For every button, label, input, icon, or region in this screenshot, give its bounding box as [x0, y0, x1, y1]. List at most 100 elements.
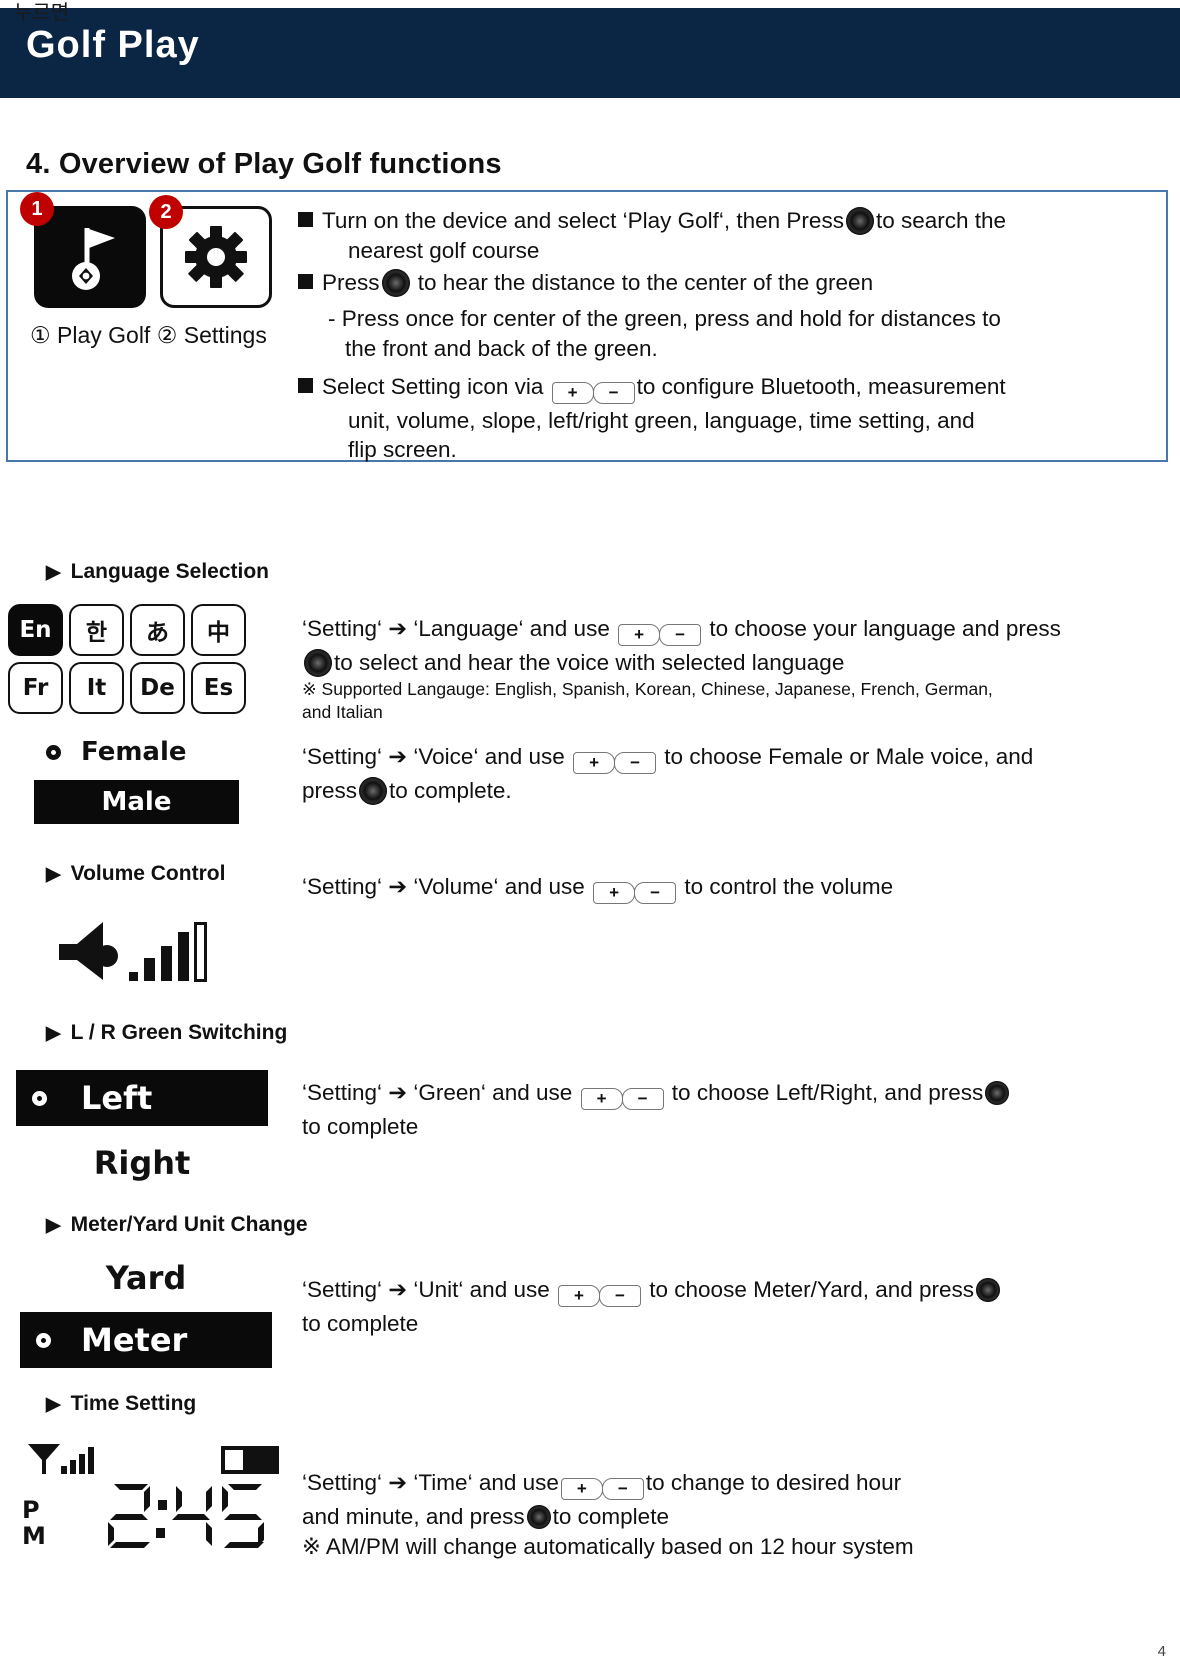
volume-description: ‘Setting‘ ➔ ‘Volume‘ and use + − to contr…: [302, 872, 1092, 906]
unit-description: ‘Setting‘ ➔ ‘Unit‘ and use + − to choose …: [302, 1275, 1092, 1339]
language-description: ‘Setting‘ ➔ ‘Language‘ and use + − to cho…: [302, 614, 1087, 724]
language-desc-b: to choose your language and: [709, 616, 1000, 641]
minus-key-icon[interactable]: −: [614, 752, 657, 774]
bullet-3-text-a: Select Setting icon via: [322, 373, 544, 399]
language-tile-ja[interactable]: あ: [130, 604, 185, 656]
select-button-icon[interactable]: [526, 1505, 551, 1530]
bullet-2-text-b: to hear the distance to the center of th…: [417, 269, 874, 295]
voice-option-female[interactable]: Female: [34, 730, 239, 774]
lcd-clock-graphic: P M: [22, 1444, 279, 1550]
minus-key-icon[interactable]: −: [621, 1088, 664, 1110]
language-tile-it[interactable]: It: [69, 662, 124, 714]
overview-bullet-list: Turn on the device and select ‘Play Golf…: [298, 206, 1160, 467]
page-number: 4: [1157, 1643, 1166, 1660]
unit-desc-b: to choose Meter/Yard, and press: [649, 1277, 975, 1302]
unit-meter-label: Meter: [81, 1321, 188, 1359]
language-heading-label: Language Selection: [70, 560, 269, 583]
plus-minus-keys[interactable]: + −: [593, 876, 677, 906]
page-root: 누르면 Golf Play 4. Overview of Play Golf f…: [0, 0, 1180, 1668]
bullet-2-sub1: - Press once for center of the green, pr…: [328, 305, 1001, 331]
language-tile-grid: En 한 あ 中 Fr It De Es: [8, 604, 246, 714]
minus-key-icon[interactable]: −: [599, 1285, 641, 1307]
green-desc-b: to choose Left/Right, and press: [671, 1080, 984, 1105]
plus-key-icon[interactable]: +: [580, 1088, 623, 1110]
triangle-bullet-icon: ▶: [46, 1215, 61, 1236]
plus-minus-keys[interactable]: + −: [560, 1472, 644, 1502]
unit-yard-label: Yard: [105, 1259, 187, 1297]
green-option-right[interactable]: Right: [16, 1135, 268, 1191]
green-option-left[interactable]: Left: [16, 1070, 268, 1126]
minus-key-icon[interactable]: −: [634, 882, 677, 904]
battery-icon: [221, 1446, 279, 1474]
unit-option-yard[interactable]: Yard: [20, 1252, 272, 1304]
select-button-icon[interactable]: [304, 649, 332, 678]
signal-bars-icon: [28, 1444, 94, 1474]
meridiem-m: M: [22, 1522, 46, 1550]
plus-key-icon[interactable]: +: [593, 882, 636, 904]
voice-description: ‘Setting‘ ➔ ‘Voice‘ and use + − to choose…: [302, 742, 1092, 806]
language-tile-fr[interactable]: Fr: [8, 662, 63, 714]
plus-key-icon[interactable]: +: [560, 1478, 603, 1500]
language-tile-de[interactable]: De: [130, 662, 185, 714]
triangle-bullet-icon: ▶: [46, 1394, 61, 1415]
select-button-icon[interactable]: [845, 207, 874, 235]
page-title: Golf Play: [26, 24, 200, 66]
select-button-icon[interactable]: [985, 1081, 1010, 1105]
radio-marker-icon: [36, 1332, 51, 1348]
unit-desc-c: to complete: [302, 1311, 419, 1337]
language-tile-ko[interactable]: 한: [69, 604, 124, 656]
overview-icon-area: 1 2 ① Play Golf ② Settings: [20, 192, 294, 349]
time-desc-d: to complete: [552, 1504, 669, 1530]
triangle-bullet-icon: ▶: [46, 1023, 61, 1044]
minus-key-icon[interactable]: −: [592, 381, 635, 404]
gear-icon: [185, 226, 247, 288]
volume-desc-a: ‘Setting‘ ➔ ‘Volume‘ and use: [302, 874, 585, 899]
plus-minus-keys[interactable]: + −: [618, 618, 702, 648]
plus-minus-keys[interactable]: + −: [558, 1279, 641, 1309]
volume-heading-label: Volume Control: [70, 862, 226, 885]
triangle-bullet-icon: ▶: [46, 562, 61, 583]
plus-key-icon[interactable]: +: [618, 624, 661, 646]
bullet-1-text-b: to search the: [875, 208, 1007, 233]
unit-option-meter[interactable]: Meter: [20, 1312, 272, 1368]
plus-key-icon[interactable]: +: [573, 752, 616, 774]
tile-caption: ① Play Golf ② Settings: [30, 322, 267, 348]
bullet-3-line3: flip screen.: [348, 437, 457, 463]
language-desc-c: press: [1005, 616, 1061, 641]
plus-key-icon[interactable]: +: [551, 381, 594, 404]
bullet-1-text-a: Turn on the device and select ‘Play Golf…: [322, 208, 844, 233]
voice-desc-b: to choose Female or Male voice, and: [664, 744, 1034, 769]
language-tile-en[interactable]: En: [8, 604, 63, 656]
plus-key-icon[interactable]: +: [558, 1285, 600, 1307]
voice-option-male[interactable]: Male: [34, 780, 239, 824]
language-selection-heading: ▶ Language Selection: [46, 560, 269, 584]
plus-minus-keys[interactable]: + −: [573, 746, 657, 776]
unit-desc-a: ‘Setting‘ ➔ ‘Unit‘ and use: [302, 1277, 550, 1302]
badge-2: 2: [149, 195, 183, 229]
settings-tile[interactable]: 2: [149, 195, 280, 316]
time-description: ‘Setting‘ ➔ ‘Time‘ and use + − to change to…: [302, 1468, 1092, 1562]
green-switching-heading: ▶ L / R Green Switching: [46, 1021, 287, 1045]
bullet-square-icon: [298, 273, 313, 289]
radio-marker-icon: [32, 1090, 47, 1106]
minus-key-icon[interactable]: −: [601, 1478, 644, 1500]
play-golf-tile[interactable]: 1: [20, 192, 151, 313]
select-button-icon[interactable]: [381, 268, 410, 297]
korean-annotation: 누르면: [14, 0, 70, 24]
green-heading-label: L / R Green Switching: [70, 1021, 288, 1044]
select-button-icon[interactable]: [976, 1278, 1001, 1302]
green-desc-a: ‘Setting‘ ➔ ‘Green‘ and use: [302, 1080, 573, 1105]
language-tile-zh[interactable]: 中: [191, 604, 246, 656]
select-button-icon[interactable]: [359, 777, 388, 806]
section-heading: 4. Overview of Play Golf functions: [26, 148, 502, 180]
minus-key-icon[interactable]: −: [659, 624, 702, 646]
language-tile-es[interactable]: Es: [191, 662, 246, 714]
unit-change-heading: ▶ Meter/Yard Unit Change: [46, 1213, 308, 1237]
plus-minus-keys[interactable]: + −: [580, 1082, 664, 1112]
language-note-line1: ※ Supported Langauge: English, Spanish, …: [302, 679, 993, 700]
time-desc-b: to change to desired hour: [645, 1470, 902, 1495]
plus-minus-keys[interactable]: + −: [551, 376, 635, 406]
green-left-label: Left: [81, 1079, 153, 1117]
clock-display: P M: [16, 1440, 286, 1552]
unit-heading-label: Meter/Yard Unit Change: [70, 1213, 308, 1236]
